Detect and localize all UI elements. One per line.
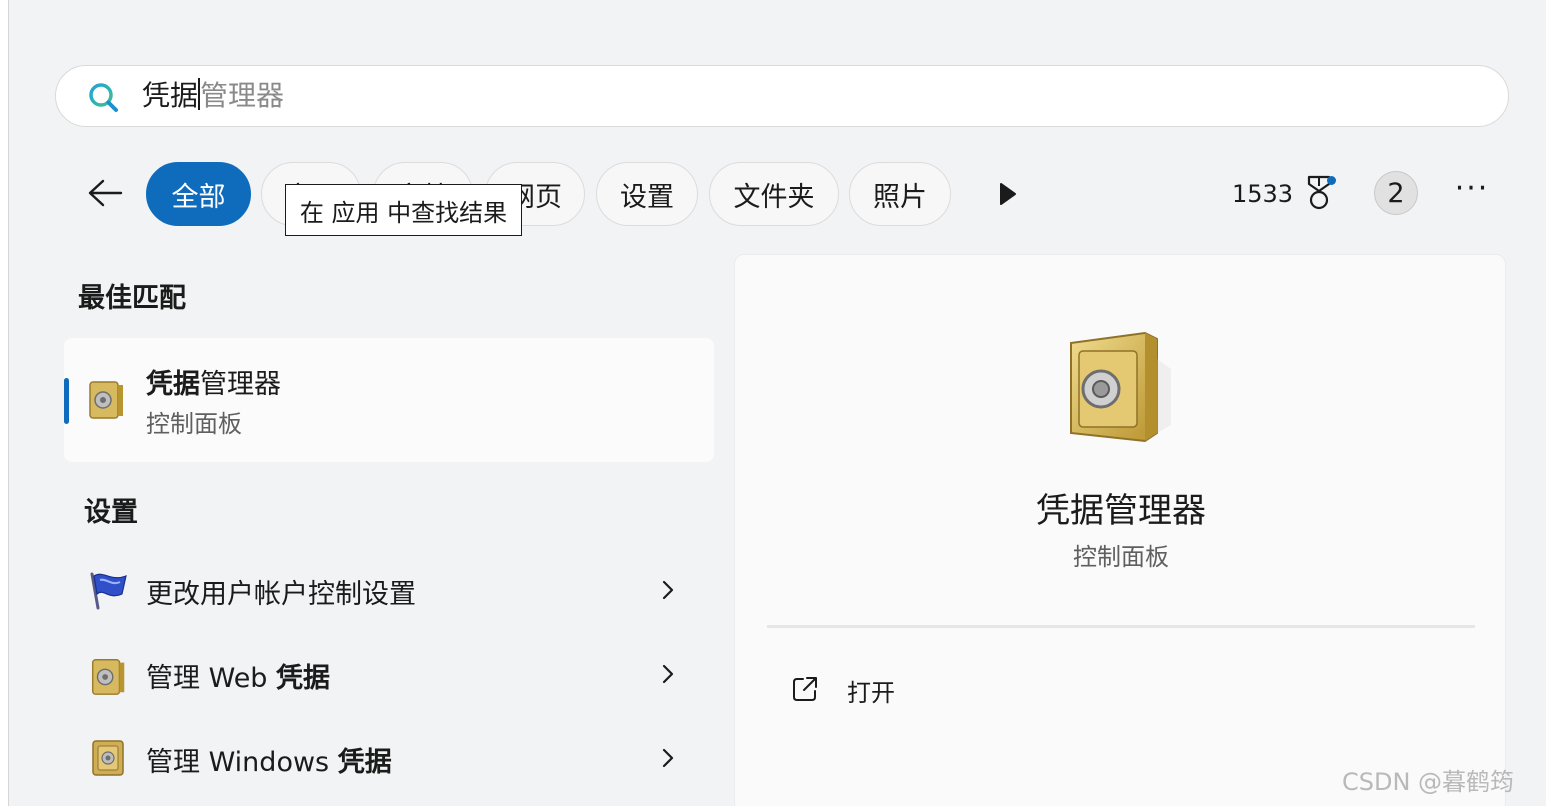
vault-icon — [91, 659, 125, 695]
search-input[interactable]: 凭据管理器 — [142, 78, 284, 114]
vault-icon — [92, 740, 124, 776]
tab-all[interactable]: 全部 — [146, 162, 251, 226]
desktop-edge — [0, 0, 8, 806]
search-typed-text: 凭据 — [142, 79, 199, 112]
tab-folders[interactable]: 文件夹 — [709, 162, 839, 226]
rewards-points[interactable]: 1533 — [1232, 178, 1293, 210]
vault-large-icon — [1070, 331, 1171, 443]
search-suggestion-text: 管理器 — [200, 79, 285, 112]
uac-flag-icon — [90, 572, 127, 610]
vault-icon — [89, 381, 123, 419]
tab-tooltip: 在 应用 中查找结果 — [285, 184, 522, 236]
settings-item-windows-credentials[interactable]: 管理 Windows 凭据 — [80, 724, 700, 794]
label-bold: 凭据 — [276, 663, 331, 694]
back-button[interactable] — [84, 172, 126, 214]
settings-item-label: 管理 Windows 凭据 — [146, 740, 392, 779]
preview-divider — [767, 625, 1475, 628]
account-avatar[interactable]: 2 — [1374, 171, 1418, 215]
more-options-button[interactable]: ··· — [1452, 174, 1492, 204]
best-match-subtitle: 控制面板 — [146, 410, 242, 438]
open-action[interactable]: 打开 — [787, 663, 1087, 713]
best-match-title: 凭据管理器 — [146, 362, 281, 401]
label-prefix: 管理 Windows — [146, 747, 338, 778]
label-prefix: 管理 Web — [146, 663, 277, 694]
preview-title: 凭据管理器 — [1036, 491, 1206, 531]
open-action-label: 打开 — [847, 679, 895, 707]
settings-item-label: 更改用户帐户控制设置 — [146, 579, 416, 610]
settings-item-web-credentials[interactable]: 管理 Web 凭据 — [80, 640, 700, 710]
label-bold: 凭据 — [337, 747, 392, 778]
notification-dot — [1327, 176, 1336, 185]
more-tabs-play-icon[interactable] — [995, 180, 1021, 208]
search-box[interactable]: 凭据管理器 — [55, 65, 1509, 127]
preview-subtitle: 控制面板 — [1073, 543, 1169, 571]
chevron-right-icon — [662, 664, 674, 684]
tab-photos[interactable]: 照片 — [849, 162, 951, 226]
tab-settings[interactable]: 设置 — [596, 162, 698, 226]
settings-heading: 设置 — [84, 497, 138, 528]
best-match-title-bold: 凭据 — [146, 369, 200, 400]
best-match-heading: 最佳匹配 — [78, 283, 186, 314]
preview-pane: 凭据管理器 控制面板 打开 — [734, 254, 1506, 806]
watermark: CSDN @暮鹤筠 — [1342, 768, 1515, 796]
settings-item-label: 管理 Web 凭据 — [146, 656, 330, 695]
selection-indicator — [64, 378, 69, 424]
search-icon — [89, 83, 118, 112]
settings-item-uac[interactable]: 更改用户帐户控制设置 — [80, 556, 700, 626]
arrow-left-icon — [88, 179, 123, 207]
open-external-icon — [793, 677, 817, 701]
chevron-right-icon — [662, 748, 674, 768]
best-match-title-rest: 管理器 — [200, 369, 281, 400]
chevron-right-icon — [662, 580, 674, 600]
